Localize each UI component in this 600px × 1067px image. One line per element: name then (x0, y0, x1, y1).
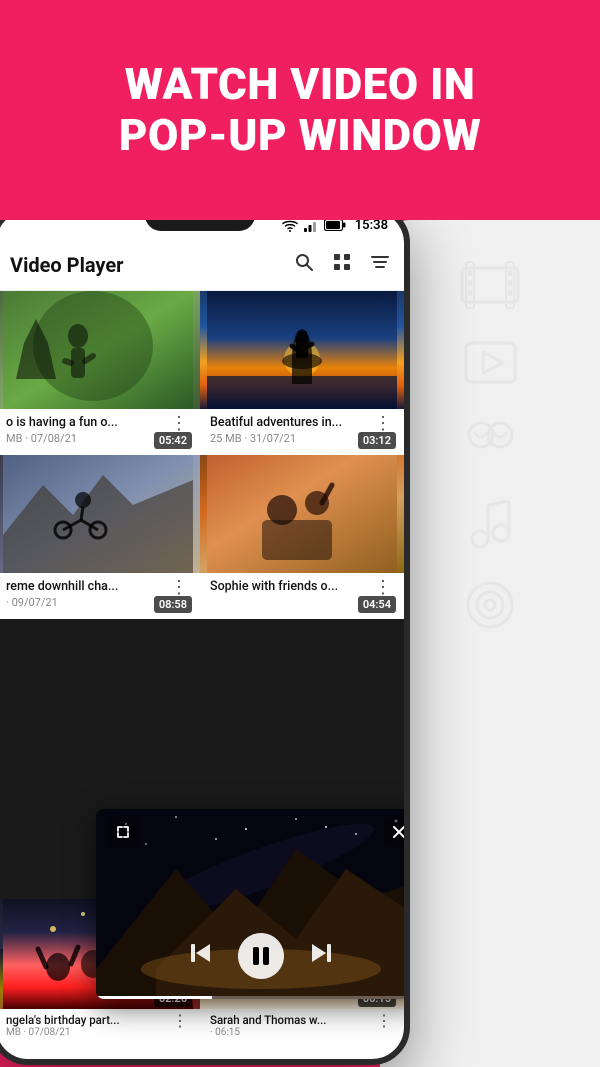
popup-expand-button[interactable] (108, 817, 138, 847)
more-btn-4[interactable]: ⋮ (372, 579, 394, 597)
video-grid: 05:42 o is having a fun o... MB · 07/08/… (0, 291, 404, 619)
theater-deco-icon (463, 415, 518, 465)
video-title-2: Beatiful adventures in... (210, 415, 360, 430)
more-btn-2[interactable]: ⋮ (372, 415, 394, 433)
popup-progress-bar[interactable] (96, 996, 410, 999)
bottom-meta-1: MB · 07/08/21 (6, 1027, 120, 1038)
video-title-4: Sophie with friends o... (210, 579, 360, 594)
duration-badge-2: 03:12 (358, 432, 396, 449)
popup-progress-fill (96, 996, 212, 999)
status-time: 15:38 (355, 220, 388, 233)
video-meta-1: MB · 07/08/21 (6, 432, 168, 445)
video-item-1[interactable]: 05:42 o is having a fun o... MB · 07/08/… (0, 291, 200, 455)
video-meta-2: 25 MB · 31/07/21 (210, 432, 372, 445)
music-note-deco-icon (468, 495, 513, 550)
app-header: Video Player (0, 239, 404, 291)
status-bar-icons: 15:38 (282, 220, 388, 233)
bottom-info-1: ngela's birthday part... MB · 07/08/21 ⋮ (0, 1009, 200, 1042)
video-thumbnail-1 (0, 291, 200, 409)
play-box-deco-icon (463, 340, 518, 385)
signal-icon (303, 220, 319, 232)
video-text-3: reme downhill cha... · 09/07/21 (6, 579, 168, 609)
grid-icon[interactable] (332, 252, 352, 277)
video-item-2[interactable]: 03:12 Beatiful adventures in... 25 MB · … (200, 291, 404, 455)
phone-frame: 15:38 Video Player (0, 220, 410, 1065)
search-icon[interactable] (294, 252, 314, 277)
bottom-title-1: ngela's birthday part... (6, 1013, 120, 1027)
popup-controls-overlay (96, 809, 410, 999)
bottom-info-2: Sarah and Thomas w... · 06:15 ⋮ (200, 1009, 404, 1042)
filter-icon[interactable] (370, 252, 390, 277)
phone-area: 15:38 Video Player (0, 220, 600, 1067)
bottom-more-btn-1[interactable]: ⋮ (170, 1013, 190, 1029)
video-thumbnail-3 (0, 455, 200, 573)
video-meta-3: · 09/07/21 (6, 596, 168, 609)
duration-badge-1: 05:42 (154, 432, 192, 449)
bottom-title-2: Sarah and Thomas w... (210, 1013, 326, 1027)
header-icons (294, 252, 390, 277)
video-thumbnail-4 (200, 455, 404, 573)
popup-playback-controls (108, 933, 410, 979)
wifi-icon (282, 220, 298, 232)
popup-video-background (96, 809, 410, 999)
popup-next-button[interactable] (308, 940, 334, 972)
more-btn-3[interactable]: ⋮ (168, 579, 190, 597)
popup-player (96, 809, 410, 999)
sound-deco-icon (463, 580, 518, 630)
video-text-2: Beatiful adventures in... 25 MB · 31/07/… (210, 415, 372, 445)
video-text-4: Sophie with friends o... (210, 579, 372, 596)
notch (145, 220, 255, 231)
popup-pause-button[interactable] (238, 933, 284, 979)
battery-icon (324, 220, 346, 231)
film-deco-icon (460, 260, 520, 310)
app-title: Video Player (10, 253, 294, 277)
video-item-4[interactable]: 04:54 Sophie with friends o... ⋮ (200, 455, 404, 619)
deco-icons-area (390, 240, 590, 1060)
hero-section: WATCH VIDEO IN POP-UP WINDOW (0, 0, 600, 220)
popup-top-bar (108, 817, 410, 847)
more-btn-1[interactable]: ⋮ (168, 415, 190, 433)
hero-title: WATCH VIDEO IN POP-UP WINDOW (119, 59, 481, 160)
popup-close-button[interactable] (384, 817, 410, 847)
video-title-3: reme downhill cha... (6, 579, 156, 594)
duration-badge-4: 04:54 (358, 596, 396, 613)
video-text-1: o is having a fun o... MB · 07/08/21 (6, 415, 168, 445)
bottom-meta-2: · 06:15 (210, 1027, 326, 1038)
video-item-3[interactable]: 08:58 reme downhill cha... · 09/07/21 ⋮ (0, 455, 200, 619)
bottom-more-btn-2[interactable]: ⋮ (374, 1013, 394, 1029)
video-title-1: o is having a fun o... (6, 415, 156, 430)
duration-badge-3: 08:58 (154, 596, 192, 613)
video-thumbnail-2 (200, 291, 404, 409)
popup-prev-button[interactable] (188, 940, 214, 972)
